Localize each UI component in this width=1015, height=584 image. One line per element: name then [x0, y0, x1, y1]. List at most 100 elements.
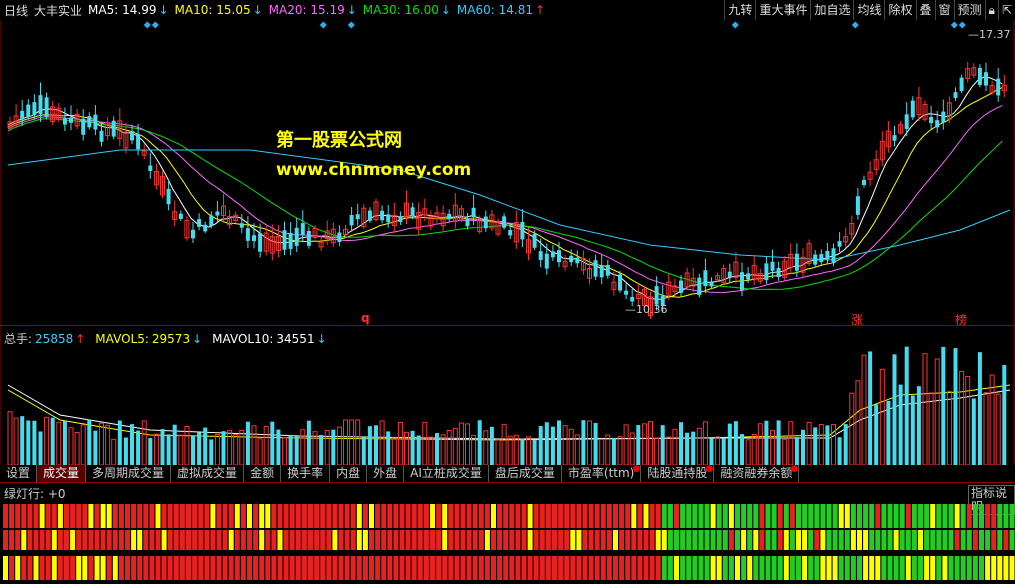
- volume-bar: [685, 432, 690, 465]
- major-events-button[interactable]: 重大事件: [755, 0, 810, 20]
- signal-cell: [643, 556, 649, 580]
- event-markers: [143, 21, 966, 29]
- signal-cell: [228, 530, 234, 550]
- tab-3[interactable]: 虚拟成交量: [171, 465, 245, 482]
- signal-cell: [503, 530, 509, 550]
- forecast-button[interactable]: 预测: [953, 0, 985, 20]
- volume-bar: [813, 427, 818, 465]
- signal-cell: [155, 556, 161, 580]
- tab-11[interactable]: 陆股通持股 ●: [641, 465, 715, 482]
- volume-bar: [776, 420, 781, 465]
- tab-2[interactable]: 多周期成交量: [86, 465, 172, 482]
- signal-cell: [674, 530, 679, 550]
- signal-cell: [710, 556, 716, 580]
- lock-icon[interactable]: 🔒︎: [984, 0, 998, 20]
- moving-average-button[interactable]: 均线: [853, 0, 884, 20]
- candle-body: [111, 120, 116, 137]
- kline-chart[interactable]: [0, 20, 1015, 465]
- expand-icon[interactable]: ⇱: [997, 0, 1015, 20]
- signal-cell: [417, 556, 423, 580]
- candle-body: [996, 78, 1001, 96]
- marker-bang[interactable]: 榜: [955, 311, 967, 328]
- overlay-button[interactable]: 叠: [915, 0, 935, 20]
- signal-cell: [594, 504, 600, 528]
- candle-body: [935, 120, 940, 128]
- volume-bar: [605, 434, 611, 465]
- signal-cell: [594, 530, 600, 550]
- candle-body: [575, 257, 580, 264]
- signal-cell: [838, 556, 844, 580]
- signal-cell: [198, 530, 204, 550]
- mavol5-label: MAVOL5:: [95, 331, 149, 346]
- signal-cell: [619, 556, 625, 580]
- candle-body: [544, 253, 549, 269]
- tab-5[interactable]: 换手率: [281, 465, 331, 482]
- tab-9[interactable]: 盘后成交量: [489, 465, 562, 482]
- signal-cell: [893, 530, 899, 550]
- candle-body: [215, 211, 220, 216]
- signal-cell: [125, 504, 130, 528]
- signal-cell: [192, 556, 198, 580]
- volume-bar: [757, 423, 763, 465]
- window-button[interactable]: 窗: [934, 0, 954, 20]
- marker-q[interactable]: q: [361, 311, 370, 325]
- signal-cell: [899, 530, 905, 550]
- volume-bar: [532, 439, 537, 465]
- candle-body: [709, 282, 714, 287]
- tab-1[interactable]: 成交量: [37, 465, 87, 482]
- signal-cell: [582, 504, 588, 528]
- signal-cell: [698, 556, 704, 580]
- tab-12[interactable]: 融资融券余额 ●: [714, 465, 800, 482]
- add-watchlist-button[interactable]: 加自选: [810, 0, 853, 20]
- signal-cell: [716, 530, 722, 550]
- signal-cell: [64, 530, 69, 550]
- candle-body: [794, 253, 799, 271]
- event-diamond-icon: [151, 21, 159, 29]
- volume-bar: [221, 431, 226, 465]
- marker-zhang[interactable]: 涨: [851, 311, 863, 328]
- signal-cell: [204, 556, 210, 580]
- signal-cell: [1009, 504, 1015, 528]
- signal-cell: [954, 556, 960, 580]
- signal-cell: [698, 530, 704, 550]
- signal-cell: [881, 530, 887, 550]
- signal-cell: [753, 504, 759, 528]
- total-volume-value: 25858: [35, 331, 74, 346]
- tab-7[interactable]: 外盘: [367, 465, 405, 482]
- tab-0[interactable]: 设置: [0, 465, 38, 482]
- signal-cell: [564, 556, 570, 580]
- signal-cell: [100, 530, 106, 550]
- signal-cell: [478, 504, 484, 528]
- volume-bar: [794, 437, 799, 465]
- volume-bar: [32, 420, 37, 465]
- signal-cell: [143, 504, 149, 528]
- signal-cell: [186, 530, 191, 550]
- signal-cell: [521, 556, 527, 580]
- ex-rights-button[interactable]: 除权: [884, 0, 915, 20]
- signal-cell: [997, 504, 1003, 528]
- nine-turn-button[interactable]: 九转: [724, 0, 755, 20]
- volume-bar: [679, 422, 683, 465]
- signal-cell: [100, 504, 106, 528]
- tab-dot-icon: ●: [632, 464, 641, 474]
- signal-cell: [228, 556, 234, 580]
- volume-bar: [611, 437, 616, 465]
- signal-cell: [521, 530, 527, 550]
- signal-cell: [924, 504, 930, 528]
- tab-10[interactable]: 市盈率(ttm) ●: [562, 464, 642, 482]
- period-label[interactable]: 日线: [4, 2, 28, 19]
- signal-cell: [972, 504, 978, 528]
- signal-cell: [966, 504, 972, 528]
- signal-cell: [979, 556, 984, 580]
- signal-cell: [802, 556, 808, 580]
- tab-8[interactable]: AI立桩成交量: [404, 465, 489, 482]
- candle-body: [740, 272, 744, 291]
- tab-4[interactable]: 金额: [244, 465, 282, 482]
- tab-6[interactable]: 内盘: [330, 465, 368, 482]
- volume-bar: [745, 439, 751, 465]
- candle-body: [520, 222, 525, 240]
- signal-cell: [814, 530, 820, 550]
- signal-cell: [600, 556, 606, 580]
- volume-bar: [214, 434, 220, 465]
- indicator-tabs: 设置 成交量 多周期成交量 虚拟成交量 金额 换手率 内盘 外盘 AI立桩成交量 盘后成交量 市盈率…: [0, 465, 1015, 482]
